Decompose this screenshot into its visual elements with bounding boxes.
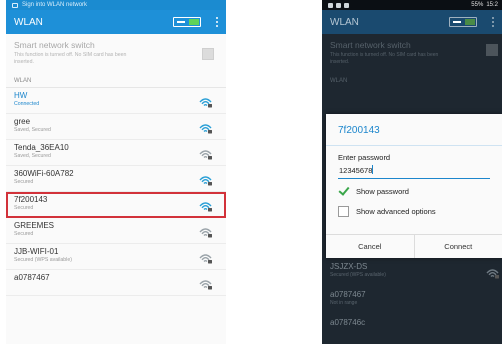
show-password-option[interactable]: Show password	[326, 179, 502, 199]
cancel-button[interactable]: Cancel	[326, 235, 414, 258]
network-item[interactable]: GREEMES Secured	[6, 218, 226, 244]
network-status: Not in range	[330, 300, 358, 306]
network-item[interactable]: Tenda_36EA10 Saved, Secured	[6, 140, 226, 166]
status-notification-text: Sign into WLAN network	[22, 2, 88, 8]
connect-button[interactable]: Connect	[415, 235, 502, 258]
network-item[interactable]: gree Saved, Secured	[6, 114, 226, 140]
wlan-settings-screen: Sign into WLAN network WLAN Smart networ…	[6, 0, 226, 344]
smart-switch-checkbox[interactable]	[202, 48, 214, 60]
smart-network-switch: Smart network switch This function is tu…	[6, 34, 226, 74]
page-title: WLAN	[14, 16, 43, 28]
status-bar: Sign into WLAN network	[6, 0, 226, 10]
wifi-signal-icon	[199, 147, 212, 160]
wifi-signal-icon	[199, 173, 212, 186]
toggle-bar	[453, 21, 461, 23]
notification-icon	[344, 2, 349, 8]
wifi-signal-icon	[199, 251, 212, 264]
network-status: Secured (WPS available)	[14, 257, 72, 263]
wlan-section-header: WLAN	[6, 74, 226, 88]
network-item[interactable]: JSJZX-DS Secured (WPS available)	[322, 258, 502, 286]
wifi-signal-icon	[199, 225, 212, 238]
action-bar: WLAN	[322, 10, 502, 34]
password-dialog-screen: 55% 15:2 WLAN Smart network switch This …	[322, 0, 502, 344]
network-name: 7f200143	[14, 195, 48, 204]
checkbox-unchecked-icon[interactable]	[338, 206, 349, 217]
network-item[interactable]: a078746c	[322, 314, 502, 342]
screenshot-stage: Sign into WLAN network WLAN Smart networ…	[0, 0, 502, 344]
dialog-buttons: Cancel Connect	[326, 234, 502, 258]
smart-network-switch: Smart network switch This function is tu…	[322, 34, 502, 74]
status-time: 15:2	[486, 2, 498, 8]
network-item[interactable]: a0787467 Not in range	[322, 286, 502, 314]
password-dialog: 7f200143 Enter password 12345678 Show pa…	[326, 114, 502, 258]
smart-switch-subtitle: This function is turned off. No SIM card…	[330, 52, 439, 65]
wlan-toggle[interactable]	[449, 17, 477, 27]
text-caret	[372, 165, 374, 174]
show-password-label: Show password	[356, 187, 409, 196]
network-name: HW	[14, 91, 28, 100]
password-value: 12345678	[339, 166, 373, 175]
smart-switch-title: Smart network switch	[14, 40, 95, 50]
network-name: JSJZX-DS	[330, 262, 368, 271]
network-item[interactable]: JJB-WIFI-01 Secured (WPS available)	[6, 244, 226, 270]
show-advanced-option[interactable]: Show advanced options	[326, 199, 502, 219]
network-name: Tenda_36EA10	[14, 143, 69, 152]
network-status: Connected	[14, 101, 40, 107]
toggle-knob	[189, 19, 199, 25]
wlan-section-header: WLAN	[330, 78, 348, 84]
smart-switch-title: Smart network switch	[330, 40, 411, 50]
battery-level: 55%	[471, 2, 484, 8]
toggle-knob	[465, 19, 475, 25]
network-name: GREEMES	[14, 221, 55, 230]
network-item[interactable]: 7f200143 Secured	[6, 192, 226, 218]
network-status: Secured	[14, 231, 34, 237]
wlan-toggle[interactable]	[173, 17, 201, 27]
network-item[interactable]: a0787467	[6, 270, 226, 296]
network-list: HW Connected gree Saved, Secured Tenda_36EA1…	[6, 88, 226, 296]
network-status: Secured	[14, 205, 34, 211]
dialog-title: 7f200143	[326, 114, 502, 146]
network-name: gree	[14, 117, 31, 126]
network-name: 360WiFi-60A782	[14, 169, 74, 178]
network-item[interactable]: HW Connected	[6, 88, 226, 114]
smart-switch-subtitle: This function is turned off. No SIM card…	[14, 52, 127, 65]
network-name: a078746c	[330, 318, 366, 327]
network-item[interactable]: 360WiFi-60A782 Secured	[6, 166, 226, 192]
notification-icon	[12, 2, 18, 8]
network-status: Secured (WPS available)	[330, 272, 386, 278]
wifi-signal-icon	[199, 121, 212, 134]
network-status: Saved, Secured	[14, 153, 51, 159]
network-name: a0787467	[330, 290, 366, 299]
more-options-icon[interactable]	[215, 17, 218, 27]
network-status: Saved, Secured	[14, 127, 51, 133]
smart-switch-checkbox[interactable]	[486, 44, 498, 56]
password-label: Enter password	[338, 153, 391, 162]
network-name: JJB-WIFI-01	[14, 247, 59, 256]
status-bar: 55% 15:2	[322, 0, 502, 10]
checkbox-checked-icon[interactable]	[338, 186, 349, 197]
notification-icon	[336, 2, 341, 8]
wifi-signal-icon	[486, 266, 499, 279]
wifi-signal-icon	[199, 277, 212, 290]
password-input[interactable]: 12345678	[338, 165, 490, 179]
action-bar: WLAN	[6, 10, 226, 34]
more-options-icon[interactable]	[491, 17, 494, 27]
notification-icon	[328, 2, 333, 8]
show-advanced-label: Show advanced options	[356, 207, 436, 216]
toggle-bar	[177, 21, 185, 23]
page-title: WLAN	[330, 16, 359, 28]
network-name: a0787467	[14, 273, 50, 282]
wifi-signal-icon	[199, 95, 212, 108]
network-status: Secured	[14, 179, 34, 185]
wifi-signal-icon	[199, 199, 212, 212]
